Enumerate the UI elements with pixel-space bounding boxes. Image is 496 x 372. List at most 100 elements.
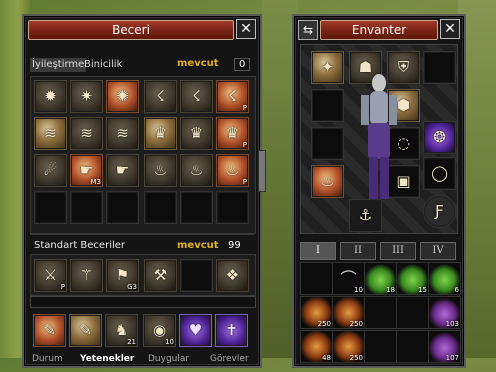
standard-skill-row: ⚔ P ⚚ ⚑ G3 ⚒ ❖ (30, 254, 256, 296)
equip-slot-empty[interactable] (311, 89, 344, 122)
skill-slot[interactable]: ✷ (70, 80, 103, 113)
tab-yetenekler[interactable]: Yetenekler (80, 354, 134, 364)
skill-slot[interactable]: ☇ (180, 80, 213, 113)
skill-slot-empty[interactable] (216, 191, 249, 224)
skill-tag: P (242, 104, 247, 112)
inventory-slot-empty[interactable] (396, 296, 429, 329)
skill-slot-empty[interactable] (180, 191, 213, 224)
standard-points-value: 99 (228, 240, 241, 251)
inventory-slot-empty[interactable] (364, 296, 397, 329)
equip-slot[interactable]: Ƒ (423, 195, 456, 228)
inventory-slot[interactable]: 15 (396, 262, 429, 295)
item-count: 107 (445, 354, 459, 362)
inventory-grid: ⌒ 10 18 15 6 250 250 103 48 250 107 (300, 262, 461, 372)
skill-icon: ♛ (153, 124, 168, 142)
tab-binicilik[interactable]: Binicilik (84, 58, 122, 72)
standard-skill-slot[interactable]: ⚑ G3 (106, 259, 139, 292)
inventory-slot[interactable]: 103 (428, 296, 461, 329)
skill-slot[interactable]: ≋ (106, 117, 139, 150)
skill-slot[interactable]: ✹ (34, 80, 67, 113)
standard-skill-slot[interactable]: ⚔ P (34, 259, 67, 292)
skill-icon: ☇ (192, 87, 201, 105)
inventory-slot[interactable]: 48 (300, 330, 333, 363)
inventory-close-button[interactable]: ✕ (440, 19, 460, 39)
skill-slot[interactable]: ≋ (34, 117, 67, 150)
inventory-window: ⇆ Envanter ✕ ✦ ☗ ⛨ ⬢ ❂ ◌ ◯ ♨ ▣ ⚓ Ƒ I II … (292, 14, 466, 368)
whip-icon: ⚚ (79, 266, 94, 284)
quick-slot[interactable]: ✎ (69, 314, 102, 347)
skill-window-close-button[interactable]: ✕ (236, 19, 256, 39)
inventory-slot[interactable]: 18 (364, 262, 397, 295)
standard-skill-slot[interactable]: ❖ (216, 259, 249, 292)
tab-gorevler[interactable]: Görevler (210, 354, 249, 364)
swap-icon[interactable]: ⇆ (298, 20, 318, 40)
tab-durum[interactable]: Durum (32, 354, 63, 364)
quick-slot[interactable]: ♥ (179, 314, 212, 347)
quick-slot[interactable]: ♞ 21 (105, 314, 138, 347)
tab-duygular[interactable]: Duygular (148, 354, 189, 364)
skill-slot-empty[interactable] (34, 191, 67, 224)
standard-skill-slot-empty[interactable] (180, 259, 213, 292)
scroll-icon: ✎ (79, 321, 92, 339)
equip-slot[interactable]: ♨ (311, 165, 344, 198)
skill-icon: ✺ (116, 87, 129, 105)
skill-slot[interactable]: ☄ (34, 154, 67, 187)
inventory-slot[interactable]: 6 (428, 262, 461, 295)
inventory-slot[interactable]: 107 (428, 330, 461, 363)
character-figure (355, 73, 403, 213)
inventory-slot-empty[interactable] (364, 330, 397, 363)
equip-slot-empty[interactable] (311, 127, 344, 160)
skill-slot[interactable]: ♛ P (216, 117, 249, 150)
inventory-slot[interactable]: 250 (332, 330, 365, 363)
standard-skill-slot[interactable]: ⚒ (144, 259, 177, 292)
skill-slot-empty[interactable] (70, 191, 103, 224)
equip-slot[interactable]: ✦ (311, 51, 344, 84)
inventory-page-3[interactable]: III (380, 242, 416, 260)
inventory-page-4[interactable]: IV (420, 242, 456, 260)
skill-slot[interactable]: ✺ (106, 80, 139, 113)
item-count: 250 (349, 354, 363, 362)
skill-window-titlebar[interactable]: Beceri (28, 20, 234, 40)
skill-slot[interactable]: ≋ (70, 117, 103, 150)
item-count: 103 (445, 320, 459, 328)
inventory-page-1[interactable]: I (300, 242, 336, 260)
skill-slot[interactable]: ☇ (144, 80, 177, 113)
standard-skills-label: Standart Beceriler (34, 240, 126, 251)
inventory-slot[interactable]: ⌒ 10 (332, 262, 365, 295)
skill-slot[interactable]: ☛ M3 (70, 154, 103, 187)
skill-slot-empty[interactable] (106, 191, 139, 224)
equip-slot[interactable]: ❂ (423, 121, 456, 154)
skill-slot[interactable]: ☛ (106, 154, 139, 187)
fan-icon: ✦ (321, 58, 334, 76)
quick-slot[interactable]: ◉ 10 (143, 314, 176, 347)
item-count: 250 (317, 320, 331, 328)
inventory-titlebar[interactable]: Envanter (320, 20, 438, 40)
item-count: 10 (354, 286, 363, 294)
cross-icon: ✝ (225, 321, 238, 339)
inventory-slot[interactable]: 250 (300, 296, 333, 329)
skill-slot[interactable]: ♨ (180, 154, 213, 187)
inventory-slot[interactable]: 250 (332, 296, 365, 329)
skill-tag: P (242, 178, 247, 186)
scroll-icon: ✎ (43, 321, 56, 339)
earring-icon: ❂ (433, 128, 446, 146)
tab-iyilestirme[interactable]: İyileştirme (30, 58, 87, 72)
quick-slot[interactable]: ✎ (33, 314, 66, 347)
skill-icon: ☄ (43, 161, 58, 179)
standard-skill-slot[interactable]: ⚚ (70, 259, 103, 292)
inventory-page-2[interactable]: II (340, 242, 376, 260)
character-figure-svg (361, 74, 397, 199)
skill-slot[interactable]: ♨ P (216, 154, 249, 187)
skill-slot[interactable]: ♛ (180, 117, 213, 150)
skill-slot[interactable]: ♨ (144, 154, 177, 187)
inventory-slot-empty[interactable] (300, 262, 333, 295)
skill-slot-empty[interactable] (144, 191, 177, 224)
skill-slot[interactable]: ☇ P (216, 80, 249, 113)
quick-slot-count: 10 (165, 338, 174, 346)
panel-resize-handle[interactable] (258, 150, 266, 192)
equip-slot-empty[interactable] (423, 51, 456, 84)
skill-slot[interactable]: ♛ (144, 117, 177, 150)
equip-slot[interactable]: ◯ (423, 157, 456, 190)
quick-slot[interactable]: ✝ (215, 314, 248, 347)
inventory-slot-empty[interactable] (396, 330, 429, 363)
